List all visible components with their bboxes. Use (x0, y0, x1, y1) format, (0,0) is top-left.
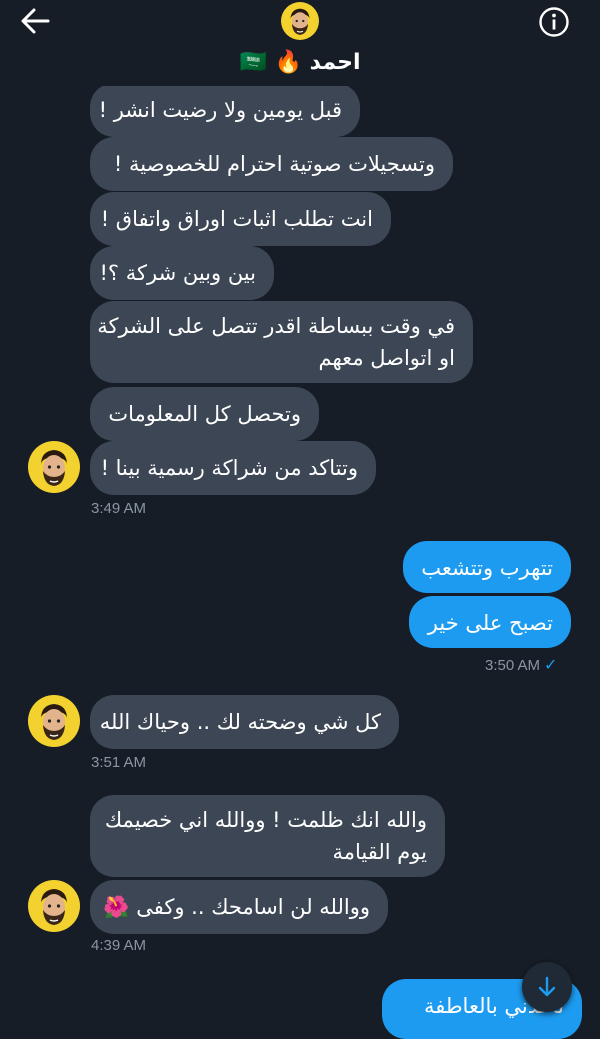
message-bubble-incoming[interactable]: قبل يومين ولا رضيت انشر ! (90, 83, 360, 137)
contact-name-text: احمد (309, 50, 361, 75)
message-timestamp: 3:50 AM ✓ (485, 655, 557, 675)
message-bubble-incoming[interactable]: ووالله لن اسامحك .. وكفى 🌺 (90, 880, 388, 934)
message-timestamp: 3:49 AM (91, 500, 147, 517)
message-timestamp: 3:51 AM (91, 754, 147, 771)
message-text: تصبح على خير (427, 611, 553, 635)
message-bubble-incoming[interactable]: انت تطلب اثبات اوراق واتفاق ! (90, 192, 391, 246)
info-circle-icon (539, 7, 569, 37)
timestamp-text: 3:50 AM (485, 657, 541, 674)
message-bubble-incoming[interactable]: كل شي وضحته لك .. وحياك الله (90, 695, 399, 749)
message-text: وتسجيلات صوتية احترام للخصوصية ! (113, 152, 435, 176)
contact-emojis: 🔥 🇸🇦 (239, 50, 302, 75)
message-bubble-incoming[interactable]: وتحصل كل المعلومات (90, 387, 319, 441)
message-text: قبل يومين ولا رضيت انشر ! (98, 98, 342, 122)
avatar-icon (28, 695, 80, 747)
message-text: ووالله لن اسامحك .. وكفى 🌺 (103, 895, 370, 919)
back-button[interactable] (18, 6, 54, 36)
header-avatar[interactable] (281, 2, 319, 40)
message-text: تتهرب وتتشعب (421, 556, 553, 580)
info-button[interactable] (538, 6, 570, 38)
read-check-icon: ✓ (544, 657, 558, 674)
message-text-line: يوم القيامة (332, 840, 427, 864)
message-text: وتتاكد من شراكة رسمية بينا ! (100, 456, 358, 480)
avatar-icon (28, 880, 80, 932)
sender-avatar[interactable] (28, 695, 80, 747)
message-text-line: والله انك ظلمت ! ووالله اني خصيمك (104, 808, 427, 832)
message-bubble-incoming[interactable]: بين وبين شركة ؟! (90, 246, 274, 300)
message-bubble-outgoing[interactable]: تتهرب وتتشعب (403, 541, 571, 593)
avatar-icon (281, 2, 319, 40)
message-text-line: في وقت ببساطة اقدر تتصل على الشركة (97, 314, 455, 338)
sender-avatar[interactable] (28, 441, 80, 493)
sender-avatar[interactable] (28, 880, 80, 932)
message-text: بين وبين شركة ؟! (99, 261, 256, 285)
arrow-left-icon (21, 8, 50, 34)
message-text: انت تطلب اثبات اوراق واتفاق ! (100, 207, 373, 231)
message-text: كل شي وضحته لك .. وحياك الله (99, 710, 381, 734)
message-bubble-outgoing[interactable]: تصبح على خير (409, 596, 571, 648)
contact-name[interactable]: احمد 🔥 🇸🇦 (0, 50, 600, 75)
message-timestamp: 4:39 AM (91, 937, 147, 954)
message-text: وتحصل كل المعلومات (108, 402, 301, 426)
arrow-down-icon (538, 976, 556, 997)
message-text-line: او اتواصل معهم (318, 346, 455, 370)
message-bubble-incoming[interactable]: في وقت ببساطة اقدر تتصل على الشركة او ات… (90, 301, 473, 383)
scroll-to-bottom-button[interactable] (522, 962, 572, 1012)
avatar-icon (28, 441, 80, 493)
message-bubble-incoming[interactable]: والله انك ظلمت ! ووالله اني خصيمك يوم ال… (90, 795, 445, 877)
message-bubble-incoming[interactable]: وتتاكد من شراكة رسمية بينا ! (90, 441, 376, 495)
message-bubble-incoming[interactable]: وتسجيلات صوتية احترام للخصوصية ! (90, 137, 453, 191)
chat-header: احمد 🔥 🇸🇦 (0, 0, 600, 86)
